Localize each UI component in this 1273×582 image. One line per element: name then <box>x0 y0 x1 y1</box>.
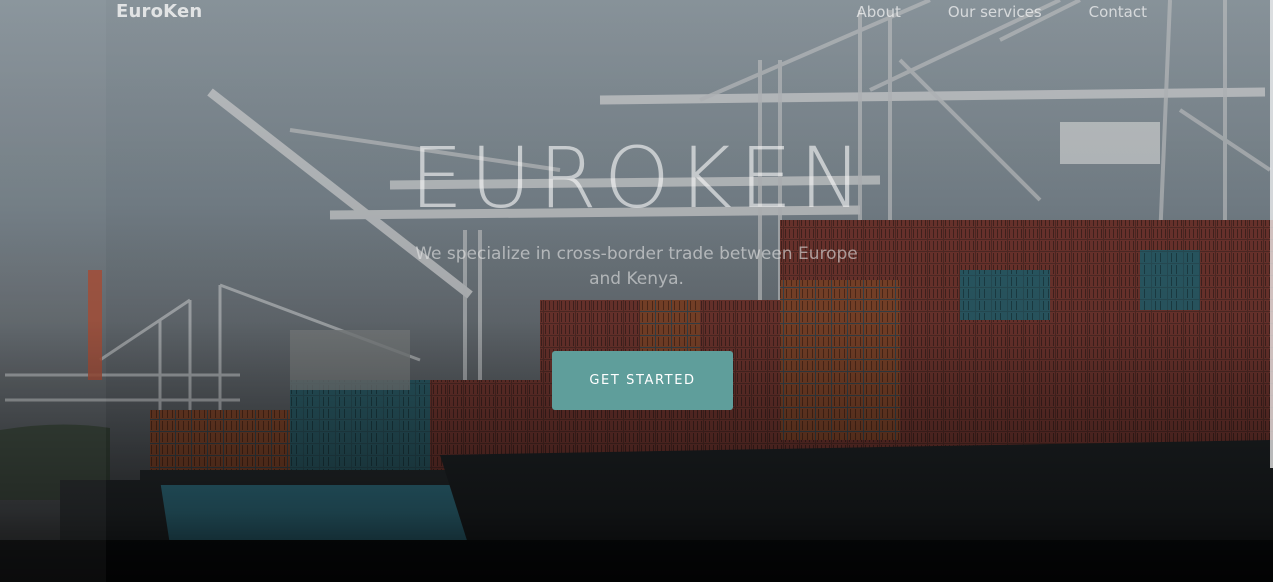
hero-subtitle: We specialize in cross-border trade betw… <box>415 244 858 289</box>
nav-links: About Our services Contact <box>856 3 1147 21</box>
nav-link-about[interactable]: About <box>856 3 900 21</box>
hero-content: EUROKEN We specialize in cross-border tr… <box>0 128 1273 292</box>
get-started-button[interactable]: GET STARTED <box>552 351 733 410</box>
brand-logo-link[interactable]: EuroKen <box>116 1 202 22</box>
nav-link-contact[interactable]: Contact <box>1089 3 1147 21</box>
nav-link-our-services[interactable]: Our services <box>948 3 1042 21</box>
hero-title: EUROKEN <box>409 129 870 227</box>
top-navbar: EuroKen About Our services Contact <box>0 0 1273 26</box>
hero-section: EuroKen About Our services Contact EUROK… <box>0 0 1273 582</box>
